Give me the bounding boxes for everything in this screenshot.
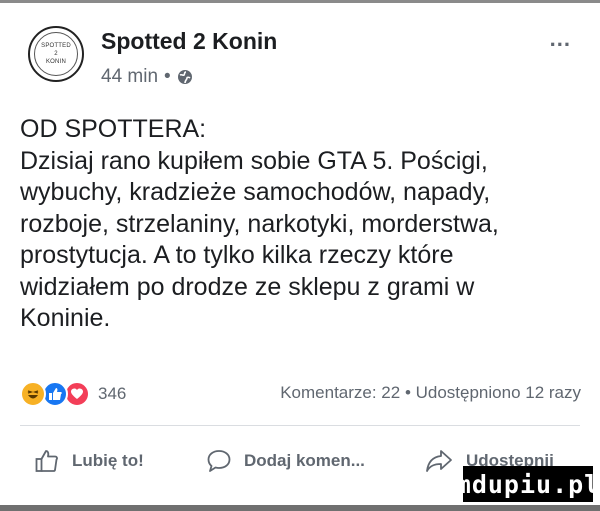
post-line: Koninie. <box>20 304 111 332</box>
post-line: prostytucja. A to tylko kilka rzeczy któ… <box>20 241 454 269</box>
more-options-button[interactable]: ... <box>550 26 571 52</box>
post-line: wybuchy, kradzieże samochodów, napady, <box>20 178 491 206</box>
top-border <box>0 0 600 3</box>
like-button[interactable]: Lubię to! <box>34 448 144 474</box>
like-label: Lubię to! <box>72 451 144 470</box>
share-icon <box>426 450 452 472</box>
page-name[interactable]: Spotted 2 Konin <box>101 28 277 55</box>
avatar-logo: SPOTTED 2 KONIN <box>34 32 78 76</box>
meta-separator: • <box>164 66 171 87</box>
actions-divider <box>20 425 580 426</box>
thumbs-up-icon <box>35 450 58 472</box>
comment-icon <box>207 450 231 472</box>
post-time[interactable]: 44 min <box>101 66 158 88</box>
reactions-summary[interactable]: 346 <box>20 381 126 407</box>
post-line: widziałem po drodze ze sklepu z grami w <box>20 272 475 301</box>
comment-label: Dodaj komen... <box>244 451 365 470</box>
avatar-line-3: KONIN <box>45 59 66 65</box>
avatar-line-1: SPOTTED <box>41 43 71 49</box>
bottom-border <box>0 505 600 511</box>
post-meta: 44 min • <box>101 66 193 88</box>
post-body: OD SPOTTERA: Dzisiaj rano kupiłem sobie … <box>20 114 580 335</box>
site-watermark: mdupiu.pl <box>456 466 599 502</box>
comments-shares-stats[interactable]: Komentarze: 22 • Udostępniono 12 razy <box>280 383 581 403</box>
haha-reaction-icon <box>20 381 46 407</box>
avatar[interactable]: SPOTTED 2 KONIN <box>28 26 84 82</box>
globe-icon <box>177 70 192 84</box>
comment-button[interactable]: Dodaj komen... <box>206 448 365 474</box>
avatar-line-2: 2 <box>54 51 58 57</box>
post-line: OD SPOTTERA: <box>20 115 207 143</box>
post-line: rozboje, strzelaniny, narkotyki, morders… <box>20 209 499 238</box>
reaction-count: 346 <box>98 384 127 403</box>
post-line: Dzisiaj rano kupiłem sobie GTA 5. Pościg… <box>20 146 488 175</box>
